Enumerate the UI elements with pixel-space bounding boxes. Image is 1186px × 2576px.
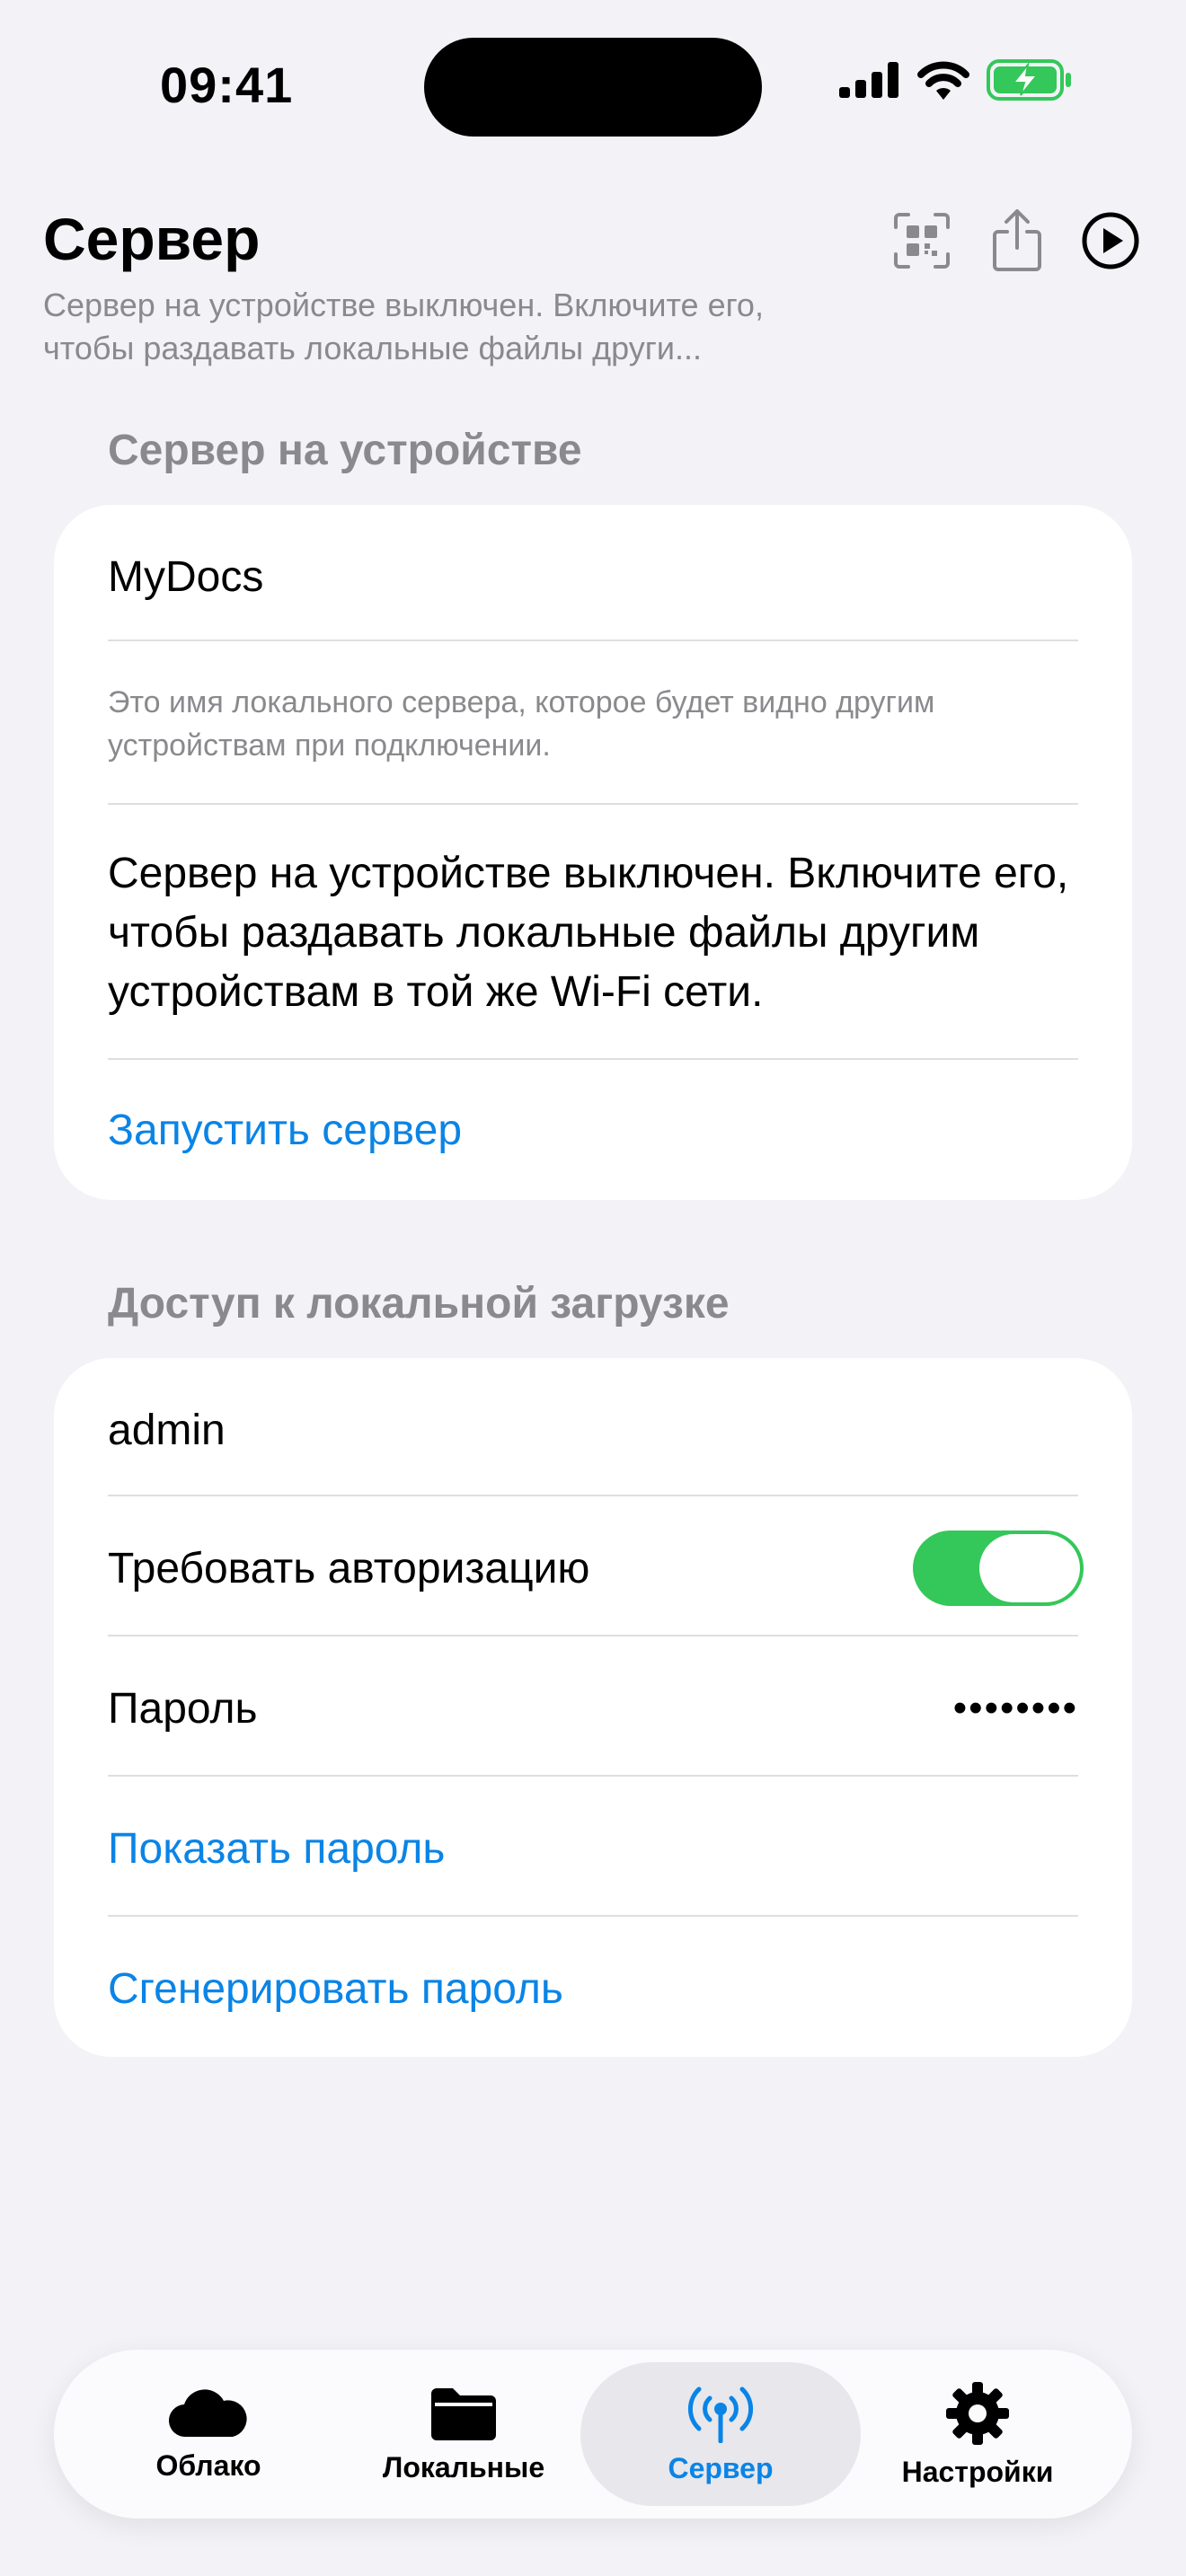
tab-cloud-label: Облако (155, 2448, 261, 2482)
require-auth-toggle[interactable] (913, 1531, 1084, 1606)
tab-server-label: Сервер (668, 2451, 774, 2484)
cloud-icon (168, 2388, 247, 2437)
play-circle-icon (1082, 212, 1139, 269)
server-card: MyDocs Это имя локального сервера, котор… (54, 505, 1132, 1200)
play-button[interactable] (1076, 207, 1145, 275)
battery-charging-icon (987, 59, 1071, 101)
divider (108, 1775, 1078, 1777)
wifi-icon (917, 61, 969, 100)
antenna-icon (687, 2386, 754, 2443)
tab-local-label: Локальные (382, 2450, 545, 2483)
signal-icon (839, 62, 898, 98)
divider (108, 803, 1078, 805)
start-server-button[interactable]: Запустить сервер (108, 1098, 1078, 1162)
server-name-hint: Это имя локального сервера, которое буде… (108, 685, 935, 763)
tab-server[interactable]: Сервер (580, 2362, 861, 2506)
share-icon (993, 209, 1041, 271)
status-icons (839, 59, 1073, 101)
show-password-button[interactable]: Показать пароль (108, 1813, 1078, 1884)
server-section-header: Сервер на устройстве (108, 427, 582, 474)
username-field[interactable]: admin (108, 1394, 1078, 1466)
page-subtitle: Сервер на устройстве выключен. Включите … (43, 287, 764, 366)
folder-icon (431, 2387, 496, 2440)
tab-settings[interactable]: Настройки (837, 2362, 1118, 2506)
divider (108, 1058, 1078, 1060)
divider (108, 640, 1078, 641)
divider (108, 1495, 1078, 1496)
generate-password-button[interactable]: Сгенерировать пароль (108, 1953, 1078, 2025)
divider (108, 1915, 1078, 1917)
qr-code-button[interactable] (888, 207, 956, 275)
server-name-field[interactable]: MyDocs (108, 541, 1078, 613)
qr-code-icon (894, 213, 950, 269)
dynamic-island (424, 38, 762, 137)
tab-bar: Облако Локальные Сервер Настройки (54, 2350, 1132, 2519)
gear-icon (946, 2381, 1009, 2445)
share-button[interactable] (983, 207, 1051, 275)
page-title: Сервер (43, 206, 261, 272)
password-row[interactable]: Пароль •••••••• (108, 1672, 1078, 1744)
access-section-header: Доступ к локальной загрузке (108, 1280, 730, 1328)
tab-cloud[interactable]: Облако (68, 2362, 349, 2506)
toggle-knob (979, 1534, 1080, 1602)
password-value: •••••••• (952, 1686, 1078, 1730)
status-time: 09:41 (160, 57, 294, 113)
tab-local[interactable]: Локальные (323, 2362, 604, 2506)
tab-settings-label: Настройки (901, 2455, 1054, 2488)
server-status-text: Сервер на устройстве выключен. Включите … (108, 850, 1069, 1016)
access-card: admin Требовать авторизацию Пароль •••••… (54, 1358, 1132, 2057)
divider (108, 1635, 1078, 1636)
password-label: Пароль (108, 1684, 258, 1733)
